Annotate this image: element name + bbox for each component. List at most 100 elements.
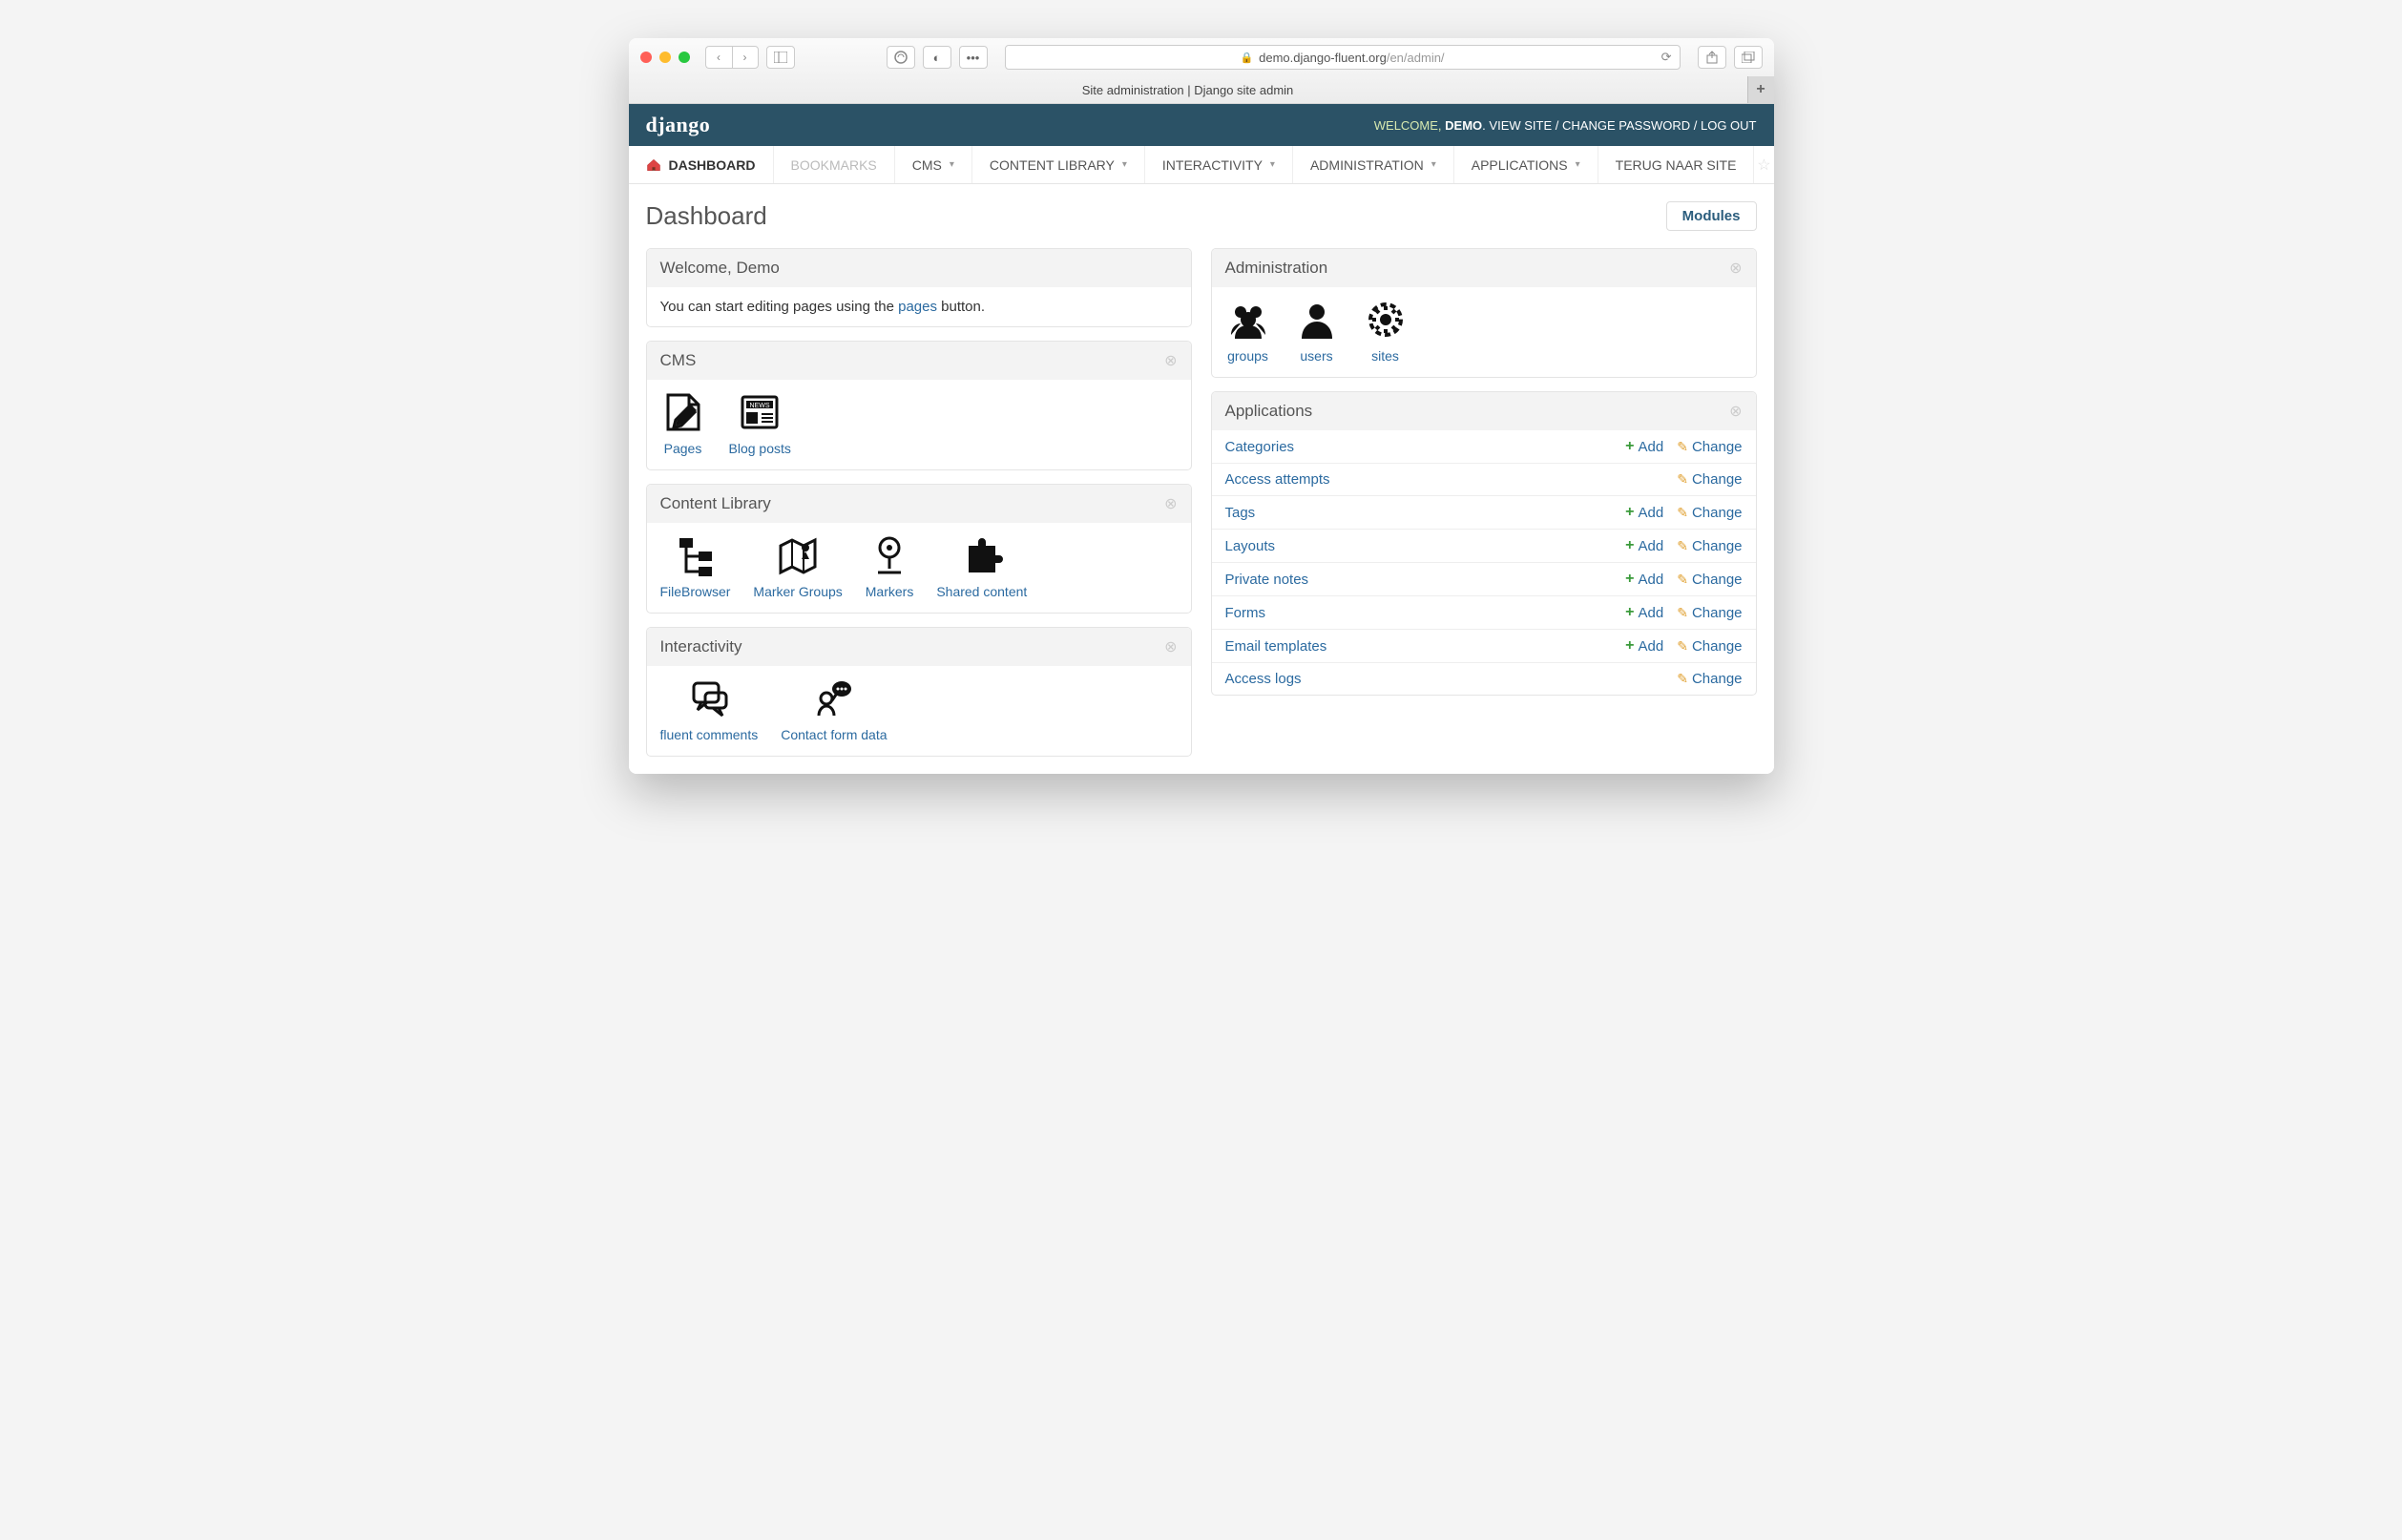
- address-bar[interactable]: 🔒 demo.django-fluent.org/en/admin/ ⟳: [1005, 45, 1681, 70]
- nav-item-label: APPLICATIONS: [1472, 157, 1568, 173]
- modules-button[interactable]: Modules: [1666, 201, 1757, 231]
- extension-button[interactable]: ◐: [923, 46, 951, 69]
- group-icon: [1225, 297, 1271, 343]
- edit-doc-icon: [660, 389, 706, 435]
- app-name-private-notes[interactable]: Private notes: [1225, 572, 1309, 588]
- add-tags-link[interactable]: Add: [1625, 504, 1663, 521]
- content-library-panel-close[interactable]: ⊗: [1164, 494, 1177, 513]
- zoom-window-button[interactable]: [679, 52, 690, 63]
- nav-item-terug-naar-site[interactable]: TERUG NAAR SITE: [1598, 146, 1755, 183]
- add-layouts-link[interactable]: Add: [1625, 537, 1663, 554]
- reload-button[interactable]: ⟳: [1661, 50, 1672, 65]
- nav-item-interactivity[interactable]: INTERACTIVITY ▾: [1145, 146, 1293, 183]
- content-library-panel: Content Library ⊗ FileBrowserMarker Grou…: [646, 484, 1192, 614]
- icon-item-label: FileBrowser: [660, 584, 731, 599]
- share-button[interactable]: [1698, 46, 1726, 69]
- lock-icon: 🔒: [1240, 52, 1253, 64]
- interactivity-item-contact-form-data[interactable]: Contact form data: [781, 676, 887, 742]
- cms-panel: CMS ⊗ PagesBlog posts: [646, 341, 1192, 470]
- change-access-logs-link[interactable]: Change: [1677, 671, 1742, 687]
- contact-icon: [811, 676, 857, 721]
- add-forms-link[interactable]: Add: [1625, 604, 1663, 621]
- more-button[interactable]: •••: [959, 46, 988, 69]
- applications-panel-close[interactable]: ⊗: [1729, 402, 1742, 421]
- library-item-filebrowser[interactable]: FileBrowser: [660, 532, 731, 599]
- change-forms-link[interactable]: Change: [1677, 604, 1742, 621]
- nav-item-label: DASHBOARD: [669, 157, 756, 173]
- app-name-email-templates[interactable]: Email templates: [1225, 638, 1327, 655]
- icon-item-label: Markers: [866, 584, 914, 599]
- tabs-button[interactable]: [1734, 46, 1763, 69]
- administration-panel-close[interactable]: ⊗: [1729, 259, 1742, 278]
- add-private-notes-link[interactable]: Add: [1625, 571, 1663, 588]
- new-tab-button[interactable]: +: [1747, 76, 1774, 103]
- logout-link[interactable]: LOG OUT: [1701, 118, 1757, 133]
- tab-title[interactable]: Site administration | Django site admin: [629, 83, 1747, 97]
- app-row-layouts: Layouts Add Change: [1212, 529, 1756, 562]
- app-name-categories[interactable]: Categories: [1225, 439, 1295, 455]
- icon-item-label: fluent comments: [660, 727, 759, 742]
- forward-button[interactable]: ›: [732, 46, 759, 69]
- user-icon: [1294, 297, 1340, 343]
- interactivity-panel: Interactivity ⊗ fluent comments Contact f…: [646, 627, 1192, 757]
- cms-item-blog-posts[interactable]: Blog posts: [729, 389, 791, 456]
- nav-item-cms[interactable]: CMS▾: [895, 146, 972, 183]
- change-access-attempts-link[interactable]: Change: [1677, 471, 1742, 488]
- change-password-link[interactable]: CHANGE PASSWORD: [1562, 118, 1690, 133]
- nav-item-dashboard[interactable]: DASHBOARD: [629, 146, 774, 183]
- interactivity-panel-close[interactable]: ⊗: [1164, 637, 1177, 656]
- tabs-icon: [1742, 52, 1755, 63]
- applications-panel: Applications ⊗ CategoriesAddChangeAccess…: [1211, 391, 1757, 696]
- cms-panel-close[interactable]: ⊗: [1164, 351, 1177, 370]
- nav-item-label: CONTENT LIBRARY: [990, 157, 1115, 173]
- chevron-down-icon: ▾: [1122, 159, 1127, 170]
- app-name-tags[interactable]: Tags: [1225, 505, 1256, 521]
- welcome-panel-body: You can start editing pages using the pa…: [647, 287, 1191, 326]
- cms-item-pages[interactable]: Pages: [660, 389, 706, 456]
- library-item-marker-groups[interactable]: Marker Groups: [753, 532, 842, 599]
- change-private-notes-link[interactable]: Change: [1677, 571, 1742, 588]
- admin-item-users[interactable]: users: [1294, 297, 1340, 364]
- share-icon: [1706, 51, 1718, 64]
- nav-item-applications[interactable]: APPLICATIONS ▾: [1454, 146, 1598, 183]
- app-name-forms[interactable]: Forms: [1225, 605, 1266, 621]
- map-icon: [775, 532, 821, 578]
- chevron-down-icon: ▾: [1270, 159, 1275, 170]
- shield-icon: [894, 51, 908, 64]
- change-categories-link[interactable]: Change: [1677, 438, 1742, 455]
- right-column: Administration ⊗ groupsuserssites Applic…: [1211, 248, 1757, 696]
- minimize-window-button[interactable]: [659, 52, 671, 63]
- nav-item-label: INTERACTIVITY: [1162, 157, 1263, 173]
- icon-item-label: Contact form data: [781, 727, 887, 742]
- library-item-markers[interactable]: Markers: [866, 532, 914, 599]
- app-name-layouts[interactable]: Layouts: [1225, 538, 1276, 554]
- close-window-button[interactable]: [640, 52, 652, 63]
- interactivity-panel-title: Interactivity: [660, 637, 742, 656]
- privacy-report-button[interactable]: [887, 46, 915, 69]
- icon-item-label: Blog posts: [729, 441, 791, 456]
- add-email-templates-link[interactable]: Add: [1625, 637, 1663, 655]
- bookmark-star-button[interactable]: ☆: [1754, 146, 1773, 183]
- view-site-link[interactable]: VIEW SITE: [1489, 118, 1552, 133]
- welcome-panel: Welcome, Demo You can start editing page…: [646, 248, 1192, 327]
- pages-link[interactable]: pages: [898, 299, 937, 315]
- library-item-shared-content[interactable]: Shared content: [936, 532, 1027, 599]
- page-title: Dashboard: [646, 201, 767, 231]
- admin-item-groups[interactable]: groups: [1225, 297, 1271, 364]
- change-layouts-link[interactable]: Change: [1677, 537, 1742, 554]
- icon-item-label: groups: [1227, 348, 1268, 364]
- app-name-access-attempts[interactable]: Access attempts: [1225, 471, 1330, 488]
- back-button[interactable]: ‹: [705, 46, 732, 69]
- nav-item-bookmarks[interactable]: BOOKMARKS: [774, 146, 895, 183]
- interactivity-item-fluent-comments[interactable]: fluent comments: [660, 676, 759, 742]
- admin-item-sites[interactable]: sites: [1363, 297, 1409, 364]
- add-categories-link[interactable]: Add: [1625, 438, 1663, 455]
- change-email-templates-link[interactable]: Change: [1677, 637, 1742, 655]
- sidebar-toggle-button[interactable]: [766, 46, 795, 69]
- chevron-down-icon: ▾: [1576, 159, 1580, 170]
- change-tags-link[interactable]: Change: [1677, 504, 1742, 521]
- nav-item-administration[interactable]: ADMINISTRATION▾: [1293, 146, 1454, 183]
- icon-item-label: sites: [1371, 348, 1399, 364]
- app-name-access-logs[interactable]: Access logs: [1225, 671, 1302, 687]
- nav-item-content-library[interactable]: CONTENT LIBRARY ▾: [972, 146, 1145, 183]
